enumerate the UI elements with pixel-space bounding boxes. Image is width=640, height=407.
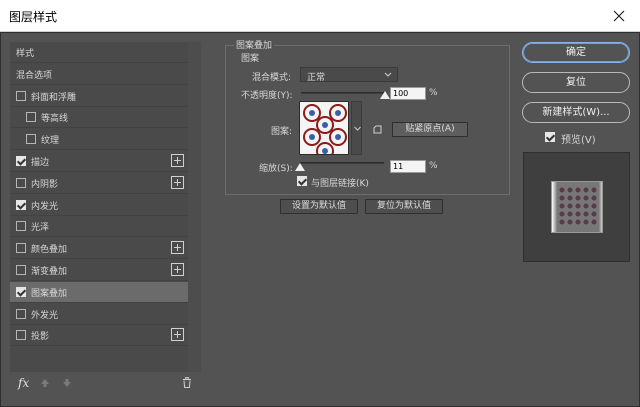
reset-button[interactable]: 复位 [522,72,630,93]
style-list-label: 混合选项 [16,70,53,81]
style-list-label: 图案叠加 [31,288,68,299]
chevron-down-icon [383,69,393,79]
style-list-item[interactable]: 描边 [10,151,188,172]
preview-checkbox[interactable] [545,132,555,142]
add-effect-icon[interactable] [171,175,184,189]
style-list-label: 内阴影 [31,179,59,190]
style-list-item[interactable]: 外发光 [10,304,188,325]
new-style-button[interactable]: 新建样式(W)... [522,102,630,123]
blend-mode-label: 混合模式: [252,73,292,83]
style-checkbox[interactable] [16,199,26,210]
scale-slider-thumb[interactable] [295,163,305,171]
pattern-picker-button[interactable] [351,101,362,155]
style-checkbox[interactable] [16,286,26,297]
style-checkbox[interactable] [16,156,26,166]
add-effect-icon[interactable] [171,154,184,167]
style-list-item[interactable]: 内阴影 [10,173,188,194]
opacity-slider[interactable] [301,92,385,94]
title-bar: 图层样式 [0,0,640,32]
pattern-swatch[interactable] [299,101,349,155]
style-checkbox[interactable] [16,330,26,341]
opacity-label: 不透明度(Y): [241,91,293,101]
style-list-label: 描边 [31,158,50,168]
style-checkbox[interactable] [16,221,26,232]
style-list-item[interactable]: 渐变叠加 [10,260,188,281]
preview-thumbnail [551,181,603,233]
style-list-label: 光泽 [31,223,50,234]
opacity-unit: % [429,88,438,98]
opacity-input[interactable]: 100 [390,87,426,100]
reset-to-default-button[interactable]: 复位为默认值 [365,199,443,214]
style-list-footer: fx [10,372,201,396]
trash-icon[interactable] [182,377,192,388]
link-with-layer-checkbox[interactable] [297,176,307,186]
add-effect-icon[interactable] [171,241,184,255]
scale-label: 缩放(S): [259,164,293,174]
style-checkbox[interactable] [26,112,36,123]
style-list-item[interactable]: 投影 [10,325,188,347]
style-list-item[interactable]: 混合选项 [10,64,188,85]
pattern-label: 图案: [271,127,293,137]
style-checkbox[interactable] [16,90,26,101]
style-checkbox[interactable] [16,243,26,254]
close-icon[interactable] [606,3,632,29]
style-list-label: 内发光 [31,201,59,212]
style-list-scrollbar[interactable] [188,42,201,372]
style-list-label: 等高线 [41,114,69,125]
blend-mode-select[interactable]: 正常 [300,67,398,83]
ok-button[interactable]: 确定 [522,42,630,63]
move-down-icon[interactable] [62,378,72,391]
style-list-item[interactable]: 颜色叠加 [10,238,188,260]
style-preview [523,152,630,262]
style-checkbox[interactable] [16,177,26,188]
style-list-item[interactable]: 纹理 [10,129,188,151]
pattern-thumbnail [300,102,348,154]
subgroup-title: 图案 [241,54,260,64]
snap-to-origin-button[interactable]: 贴紧原点(A) [392,122,468,137]
style-list-label: 投影 [31,332,50,343]
add-effect-icon[interactable] [171,328,184,342]
style-list-item[interactable]: 图案叠加 [10,281,188,303]
style-list-label: 纹理 [41,136,60,147]
blend-mode-value: 正常 [307,73,326,83]
style-list-label: 样式 [16,49,35,59]
fx-button[interactable]: fx [18,376,29,390]
style-list-label: 外发光 [31,310,59,321]
style-list-item[interactable]: 样式 [10,42,188,63]
new-preset-icon[interactable] [373,125,383,138]
style-checkbox[interactable] [16,308,26,319]
scale-slider[interactable] [300,162,384,164]
style-list-item[interactable]: 内发光 [10,195,188,216]
style-list-item[interactable]: 斜面和浮雕 [10,86,188,107]
move-up-icon[interactable] [40,378,50,391]
style-list-label: 渐变叠加 [31,267,68,277]
style-checkbox[interactable] [16,265,26,275]
scale-input[interactable]: 11 [390,160,426,173]
scale-unit: % [429,161,438,171]
link-with-layer-label: 与图层链接(K) [311,179,369,189]
preview-label: 预览(V) [561,135,596,146]
group-title: 图案叠加 [234,38,275,51]
style-list-item[interactable]: 等高线 [10,107,188,129]
make-default-button[interactable]: 设置为默认值 [280,199,358,214]
window-title: 图层样式 [9,10,58,24]
add-effect-icon[interactable] [171,263,184,276]
style-list-label: 颜色叠加 [31,245,68,256]
style-list-label: 斜面和浮雕 [31,92,77,103]
style-list: 样式混合选项斜面和浮雕等高线纹理描边内阴影内发光光泽颜色叠加渐变叠加图案叠加外发… [10,42,188,372]
style-checkbox[interactable] [26,134,36,145]
opacity-slider-thumb[interactable] [380,91,390,99]
style-list-item[interactable]: 光泽 [10,216,188,238]
